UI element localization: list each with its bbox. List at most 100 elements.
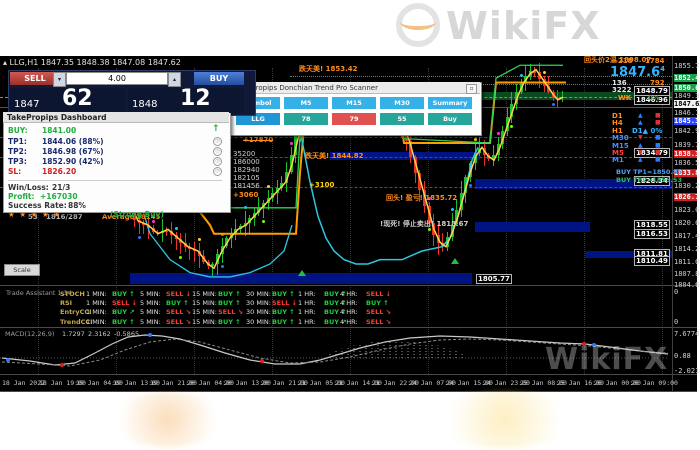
comment-value: 182105: [233, 174, 260, 182]
delta-neg-value: -218: [615, 57, 633, 65]
chart-annotation: 回头! 盈亏! 1835.72: [386, 194, 458, 202]
trend-square-icon: ■: [655, 112, 661, 119]
candle-body: [165, 230, 169, 232]
candle-body: [170, 231, 173, 236]
scale-button[interactable]: Scale: [4, 264, 40, 276]
ta-signal-value: BUY ↑: [272, 317, 295, 326]
candle-body: [478, 148, 482, 153]
trading-platform-screenshot: ▴ LLG,H1 1847.35 1848.38 1847.08 1847.62…: [0, 0, 700, 450]
candle-body: [551, 92, 555, 99]
candle-body: [469, 162, 472, 177]
candle-body: [473, 152, 477, 163]
ta-signal-value: BUY ↑: [366, 299, 389, 308]
ta-time-label: 30 MIN:: [246, 299, 271, 308]
candle-body: [501, 130, 505, 144]
scanner-cell-4[interactable]: Buy: [428, 113, 472, 125]
price-axis-surface[interactable]: [672, 56, 697, 376]
price-level-label: 1810.49: [634, 256, 670, 266]
scanner-title-bar[interactable]: TakePropips Donchian Trend Pro Scanner: [230, 82, 480, 94]
chart-annotation: 跌天美! 1853.42: [299, 65, 358, 73]
candle-body: [418, 173, 422, 190]
wk-value: 0%: [648, 94, 660, 102]
indicator-dot: [289, 141, 293, 145]
ta-time-label: 15 MIN:: [192, 290, 217, 298]
candle-body: [528, 71, 532, 76]
scanner-cell-3[interactable]: 55: [380, 113, 424, 125]
trend-square-icon: ■: [655, 134, 661, 142]
macd-value-2: 2.3162: [88, 330, 111, 338]
chart-annotation: +3060: [233, 191, 259, 199]
candle-body: [142, 222, 146, 225]
ta-signal-value: BUY ↑: [112, 290, 135, 298]
candle-body: [482, 148, 486, 156]
dashboard-buy-arrow-icon: ↑: [212, 124, 220, 134]
trend-arrow-icon: ▲: [638, 141, 643, 149]
ta-time-label: 1 HR:: [298, 290, 316, 298]
scanner-header-m15[interactable]: M15: [332, 97, 376, 109]
dashboard-profit-label: Profit:: [8, 192, 35, 201]
candle-body: [547, 85, 551, 93]
scanner-header-summary[interactable]: Summary: [428, 97, 472, 109]
lot-spin-down[interactable]: ▾: [53, 72, 66, 87]
candle-body: [266, 197, 270, 203]
ta-signal-value: BUY ↑: [272, 290, 295, 298]
candle-body: [262, 202, 265, 208]
candle-body: [409, 140, 413, 157]
candle-wick: [180, 233, 182, 254]
ta-signal-value: SELL ↓: [366, 290, 392, 298]
ask-price-display: 1848 12: [128, 86, 244, 113]
trend-square-icon: ■: [655, 141, 661, 149]
ta-time-label: 4 HR:: [340, 317, 358, 326]
ta-signal-value: BUY ↗: [112, 308, 135, 317]
current-price-big: 1847.64: [610, 65, 666, 80]
ta-time-label: 30 MIN:: [246, 308, 271, 317]
trend-square-icon: ■: [655, 156, 661, 164]
candle-body: [160, 230, 164, 233]
bid-big-digits: 62: [62, 86, 93, 111]
ask-big-digits: 12: [180, 86, 211, 111]
candle-body: [289, 155, 293, 172]
indicator-dot: [243, 205, 247, 209]
scanner-header-m5[interactable]: M5: [284, 97, 328, 109]
time-axis-surface[interactable]: [0, 375, 672, 392]
indicator-dot: [197, 238, 201, 242]
dashboard-profit-value: +167030: [40, 192, 78, 201]
dashboard-tp3-value: 1826.20: [42, 167, 77, 176]
ta-time-label: 15 MIN:: [192, 299, 217, 308]
scanner-cell-1[interactable]: 78: [284, 113, 328, 125]
lot-spin-up[interactable]: ▴: [168, 72, 181, 87]
candle-body: [496, 143, 500, 155]
candle-body: [492, 154, 495, 159]
chart-title-ohlc: ▴ LLG,H1 1847.35 1848.38 1847.08 1847.62: [3, 58, 181, 67]
candle-body: [234, 228, 238, 234]
dashboard-header[interactable]: TakePropips Dashboard: [3, 112, 229, 123]
scanner-cell-2[interactable]: 79: [332, 113, 376, 125]
candle-body: [193, 248, 196, 251]
candle-body: [151, 228, 155, 233]
candle-body: [505, 117, 509, 131]
candle-body: [510, 104, 514, 118]
ta-time-label: 1 HR:: [298, 299, 316, 308]
dashboard-tp1-value: 1846.98 (67%): [42, 147, 104, 156]
wikifx-watermark-top: WikiFX: [446, 4, 601, 48]
scanner-header-m30[interactable]: M30: [380, 97, 424, 109]
clock-icon: ◷: [213, 157, 222, 166]
wikifx-logo-swoosh: [400, 14, 436, 30]
candle-wick: [442, 232, 444, 252]
ta-signal-value: BUY ↑: [272, 308, 295, 317]
comment-value: 186000: [233, 158, 260, 166]
ta-signal-value: BUY ↑: [166, 299, 189, 308]
lot-size-input[interactable]: 4.00: [66, 72, 168, 85]
ta-signal-value: SELL ↓: [112, 299, 138, 308]
scanner-close-button[interactable]: ▫: [466, 84, 477, 94]
candle-body: [183, 243, 187, 247]
candle-body: [248, 217, 252, 223]
pane-separator: [0, 285, 697, 286]
dashboard-divider: [8, 180, 222, 181]
buy-button[interactable]: BUY: [194, 72, 244, 85]
candle-body: [436, 235, 440, 244]
ta-time-label: 1 MIN:: [86, 290, 107, 298]
candle-body: [285, 171, 288, 183]
trend-arrow-icon: ▲: [638, 156, 643, 164]
trend-arrow-icon: ▼: [638, 149, 643, 156]
